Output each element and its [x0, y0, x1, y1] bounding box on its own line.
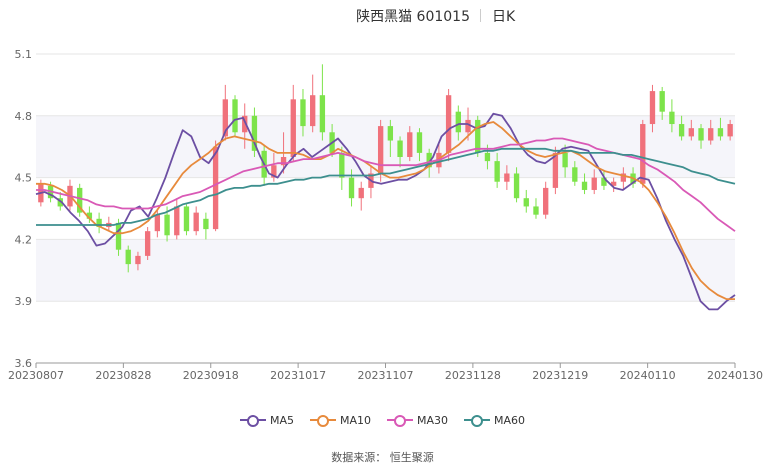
candle-body	[572, 167, 578, 182]
legend-item-ma60[interactable]: MA60	[464, 410, 525, 430]
candle-body	[348, 177, 355, 199]
candle-body	[484, 152, 491, 162]
y-tick-label: 5.1	[15, 48, 33, 61]
x-tick-label: 20231128	[445, 369, 501, 382]
candle-body	[445, 95, 452, 153]
grid-band	[36, 239, 735, 302]
candle-body	[717, 128, 724, 137]
y-tick-label: 4.5	[15, 172, 33, 185]
axis-layer: 5.14.84.54.23.93.620230807 20230828 202309…	[8, 48, 763, 382]
x-tick-label: 20231017	[270, 369, 326, 382]
candle-body	[339, 152, 345, 178]
candle-body	[377, 126, 384, 174]
candle-body	[494, 161, 500, 182]
legend-symbol	[309, 414, 336, 427]
candle-body	[581, 181, 588, 190]
legend-symbol	[387, 414, 413, 427]
candle-body	[358, 187, 364, 199]
candle-body	[212, 146, 219, 230]
candle-body	[513, 173, 520, 199]
legend-item-ma30[interactable]: MA30	[387, 410, 448, 430]
legend-item-ma5[interactable]: MA5	[239, 410, 294, 430]
chart-header: 陕西黑猫 601015 日K	[0, 6, 765, 26]
candle-body	[407, 132, 413, 157]
candle-body	[562, 152, 568, 168]
candle-body	[310, 95, 316, 127]
x-tick-label: 20230807	[8, 369, 64, 382]
legend-label: MA30	[417, 413, 449, 427]
candle-body	[649, 91, 656, 125]
candle-body	[319, 95, 326, 133]
candle-body	[144, 231, 151, 256]
candle-body	[290, 99, 296, 157]
x-tick-label: 20240110	[620, 369, 676, 382]
legend-marker	[316, 415, 329, 427]
y-tick-label: 4.8	[15, 110, 33, 123]
chart-title: 陕西黑猫 601015	[356, 9, 470, 25]
candle-body	[203, 218, 209, 230]
candle-body	[174, 206, 180, 236]
candle-body	[115, 222, 122, 250]
candle-body	[193, 212, 199, 232]
candle-body	[708, 128, 714, 141]
chart-legend: MA5 MA10 MA30 MA60	[0, 410, 765, 430]
legend-label: MA10	[339, 413, 371, 427]
legend-label: MA5	[269, 413, 294, 427]
legend-symbol	[239, 414, 266, 427]
candle-body	[232, 99, 238, 133]
candle-body	[591, 177, 597, 190]
candle-body	[416, 132, 423, 153]
candle-body	[154, 214, 161, 232]
candle-body	[164, 214, 170, 236]
candle-body	[455, 111, 461, 133]
candle-body	[125, 249, 131, 265]
legend-marker	[394, 415, 406, 427]
x-tick-label: 20230918	[183, 369, 239, 382]
candle-body	[387, 126, 394, 141]
legend-item-ma10[interactable]: MA10	[309, 410, 371, 430]
candle-body	[504, 173, 510, 182]
candle-body	[533, 206, 539, 215]
candle-body	[300, 99, 306, 127]
candle-body	[727, 124, 733, 137]
period-label[interactable]: 日K	[492, 6, 515, 26]
candle-body	[640, 124, 646, 184]
legend-marker	[471, 415, 484, 427]
y-tick-label: 3.9	[15, 295, 33, 308]
candle-body	[397, 140, 403, 157]
legend-symbol	[464, 414, 491, 427]
x-tick-label: 20240130	[707, 369, 763, 382]
y-tick-label: 4.2	[15, 233, 33, 246]
candle-body	[698, 128, 704, 141]
candle-body	[659, 91, 665, 112]
candle-body	[669, 111, 675, 125]
candle-body	[183, 206, 190, 232]
x-tick-label: 20231107	[358, 369, 414, 382]
candle-body	[523, 198, 529, 207]
candle-body	[688, 128, 694, 137]
title-separator	[480, 9, 481, 22]
legend-marker	[246, 415, 259, 427]
legend-label: MA60	[494, 413, 526, 427]
grid-band	[36, 115, 735, 178]
data-source: 数据来源： 恒生聚源	[331, 451, 434, 464]
x-tick-label: 20230828	[95, 369, 151, 382]
x-tick-label: 20231219	[532, 369, 588, 382]
candle-body	[678, 124, 685, 137]
candle-body	[135, 255, 141, 265]
candle-body	[543, 187, 549, 215]
candlestick-chart: 5.14.84.54.23.93.620230807 20230828 202309…	[8, 48, 763, 382]
